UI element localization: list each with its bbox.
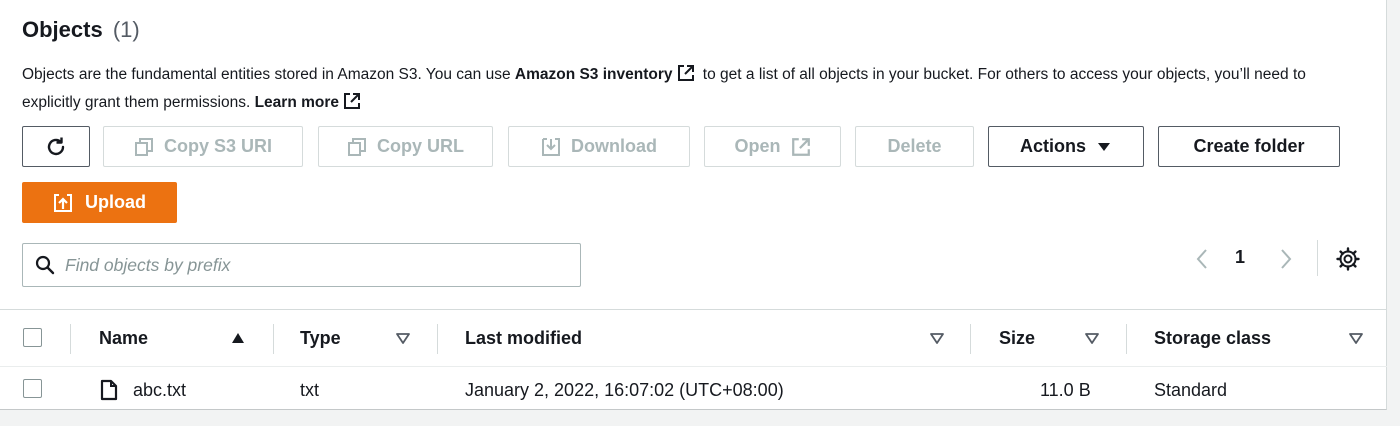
copy-icon: [134, 137, 153, 156]
object-type: txt: [300, 380, 320, 400]
refresh-button[interactable]: [22, 126, 90, 167]
open-label: Open: [734, 136, 781, 156]
open-button[interactable]: Open: [704, 126, 841, 167]
column-header-type[interactable]: Type: [300, 328, 341, 349]
upload-button[interactable]: Upload: [22, 182, 177, 223]
column-divider: [970, 324, 971, 354]
search-icon: [35, 255, 55, 275]
column-divider: [1126, 324, 1127, 354]
copy-url-label: Copy URL: [377, 136, 464, 156]
refresh-icon: [47, 137, 65, 155]
copy-s3-uri-button[interactable]: Copy S3 URI: [103, 126, 303, 167]
sort-ascending-icon[interactable]: [230, 330, 246, 346]
page-title: Objects (1): [22, 17, 140, 43]
header-row-divider: [0, 366, 1387, 367]
actions-dropdown[interactable]: Actions: [988, 126, 1144, 167]
copy-icon: [348, 137, 366, 156]
column-header-last-modified[interactable]: Last modified: [465, 328, 582, 349]
download-button[interactable]: Download: [508, 126, 690, 167]
delete-label: Delete: [887, 136, 942, 156]
copy-s3-uri-label: Copy S3 URI: [163, 136, 273, 156]
column-divider: [437, 324, 438, 354]
gear-icon[interactable]: [1335, 246, 1361, 272]
create-folder-label: Create folder: [1193, 136, 1305, 156]
object-last-modified: January 2, 2022, 16:07:02 (UTC+08:00): [465, 380, 784, 400]
copy-url-button[interactable]: Copy URL: [318, 126, 493, 167]
sort-caret-down-icon[interactable]: [929, 330, 945, 346]
upload-label: Upload: [85, 192, 146, 212]
object-count: (1): [112, 17, 140, 42]
next-page-icon[interactable]: [1272, 246, 1298, 272]
sort-caret-down-icon[interactable]: [395, 330, 411, 346]
row-checkbox[interactable]: [23, 379, 42, 398]
upload-icon: [54, 193, 72, 212]
sort-caret-down-icon[interactable]: [1084, 330, 1100, 346]
sort-caret-down-icon[interactable]: [1348, 330, 1364, 346]
external-link-icon[interactable]: [343, 92, 361, 110]
column-divider: [70, 324, 71, 354]
select-all-checkbox[interactable]: [23, 328, 42, 347]
delete-button[interactable]: Delete: [855, 126, 974, 167]
object-size: 11.0 B: [1040, 380, 1091, 400]
external-link-icon: [791, 137, 810, 156]
previous-page-icon[interactable]: [1190, 246, 1216, 272]
column-header-name[interactable]: Name: [99, 328, 148, 349]
download-label: Download: [571, 136, 657, 156]
column-header-size[interactable]: Size: [999, 328, 1035, 349]
table-top-border: [0, 309, 1387, 310]
inventory-link[interactable]: Amazon S3 inventory: [515, 66, 673, 83]
objects-panel: Objects (1) Objects are the fundamental …: [0, 0, 1387, 410]
objects-description: Objects are the fundamental entities sto…: [22, 61, 1342, 117]
object-storage-class: Standard: [1154, 380, 1228, 400]
object-name-link[interactable]: abc.txt: [133, 380, 186, 401]
page-title-text: Objects: [22, 17, 103, 42]
external-link-icon[interactable]: [677, 64, 695, 82]
column-divider: [273, 324, 274, 354]
caret-down-icon: [1098, 142, 1110, 151]
search-box[interactable]: [22, 243, 581, 287]
column-header-storage-class[interactable]: Storage class: [1154, 328, 1271, 349]
download-icon: [542, 137, 560, 156]
search-input[interactable]: [65, 254, 545, 276]
learn-more-link[interactable]: Learn more: [255, 94, 339, 111]
file-icon: [100, 379, 118, 401]
current-page-number[interactable]: 1: [1235, 247, 1245, 268]
actions-label: Actions: [1019, 136, 1086, 156]
pagination-divider: [1317, 240, 1318, 276]
description-text-1: Objects are the fundamental entities sto…: [22, 66, 515, 83]
create-folder-button[interactable]: Create folder: [1158, 126, 1340, 167]
